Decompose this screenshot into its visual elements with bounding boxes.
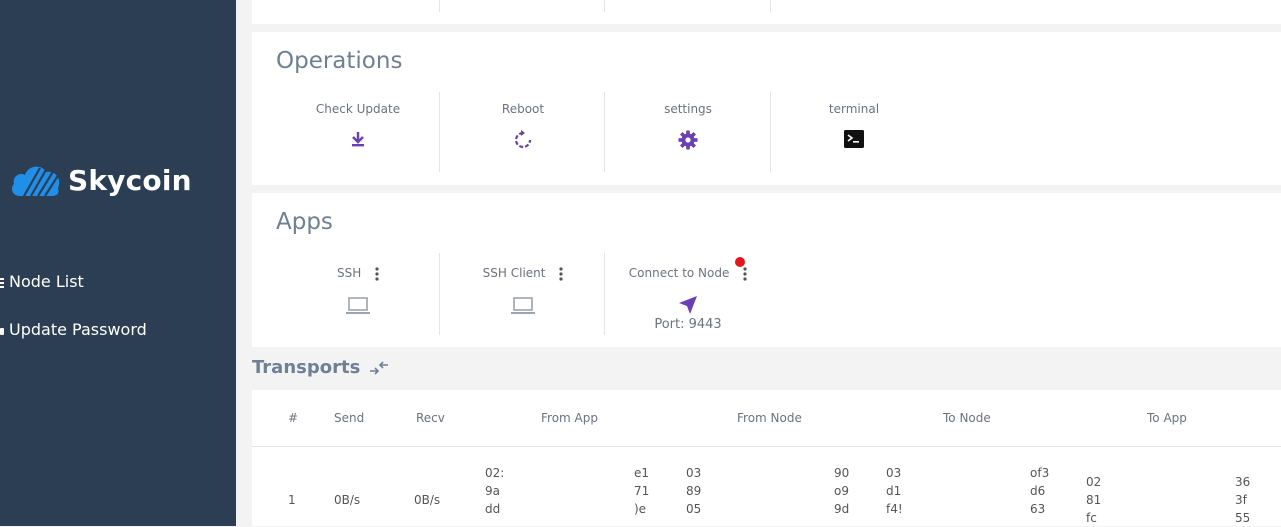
navigation-arrow-icon xyxy=(679,295,697,314)
col-send: Send xyxy=(334,411,365,425)
cell-to-node: 03 d1 f4! xyxy=(886,466,903,516)
col-from-node: From Node xyxy=(737,411,802,425)
cell-from-app-tail: e1 71)e xyxy=(634,466,650,516)
divider xyxy=(439,253,440,335)
col-to-app: To App xyxy=(1147,411,1187,425)
terminal-icon xyxy=(844,130,864,148)
gear-icon xyxy=(678,130,698,150)
laptop-icon xyxy=(346,296,370,314)
divider xyxy=(439,0,440,12)
sidebar-item-label: Update Password xyxy=(9,320,147,339)
col-index: # xyxy=(288,411,299,425)
divider xyxy=(439,92,440,172)
list-icon xyxy=(0,277,4,288)
more-vert-icon[interactable] xyxy=(559,266,563,281)
app-port: Port: 9443 xyxy=(654,316,722,332)
sidebar: Skycoin Node List Update Password xyxy=(0,0,236,526)
swap-arrows-icon xyxy=(370,360,389,375)
app-connect-to-node-label: Connect to Node xyxy=(628,266,730,280)
divider xyxy=(604,253,605,335)
settings-label: settings xyxy=(664,102,712,116)
col-recv: Recv xyxy=(416,411,445,425)
app-connect-to-node[interactable]: Connect to Node Port: 9443 xyxy=(608,266,768,332)
col-from-app: From App xyxy=(541,411,598,425)
reboot-icon xyxy=(514,130,532,149)
cell-from-node: 03 89 05 xyxy=(686,466,702,516)
brand-name: Skycoin xyxy=(68,163,192,197)
sidebar-item-node-list[interactable]: Node List xyxy=(0,272,84,291)
reboot-button[interactable]: Reboot xyxy=(443,102,603,150)
apps-title: Apps xyxy=(276,209,333,235)
check-update-button[interactable]: Check Update xyxy=(278,102,438,148)
download-icon xyxy=(352,132,364,147)
apps-card: Apps SSH SSH Client Connect to Node Port… xyxy=(252,193,1281,347)
skycoin-cloud-logo-icon xyxy=(12,166,60,197)
more-vert-icon[interactable] xyxy=(375,266,379,281)
status-card-partial xyxy=(252,0,1281,24)
status-dot xyxy=(735,257,745,267)
cell-from-app: 02: 9a dd xyxy=(485,466,505,516)
cell-to-app-tail: 36 3f 55 xyxy=(1235,475,1251,525)
lock-icon xyxy=(0,327,4,335)
check-update-label: Check Update xyxy=(315,102,401,116)
app-ssh-label: SSH xyxy=(336,266,362,280)
cell-from-node-tail: 90 o9 9d xyxy=(834,466,850,516)
reboot-label: Reboot xyxy=(501,102,545,116)
transports-table: # Send Recv From App From Node To Node T… xyxy=(252,390,1281,526)
app-ssh-client[interactable]: SSH Client xyxy=(443,266,603,315)
laptop-icon xyxy=(511,296,535,314)
settings-button[interactable]: settings xyxy=(608,102,768,150)
divider xyxy=(604,0,605,12)
sidebar-item-label: Node List xyxy=(9,272,84,291)
terminal-button[interactable]: terminal xyxy=(774,102,934,148)
transports-title: Transports xyxy=(252,357,390,378)
transports-title-text: Transports xyxy=(252,357,361,378)
cell-to-node-tail: of3 d6 63 xyxy=(1030,466,1050,516)
divider xyxy=(770,0,771,12)
operations-title: Operations xyxy=(276,48,403,74)
divider xyxy=(770,92,771,172)
app-ssh-client-label: SSH Client xyxy=(482,266,546,280)
terminal-label: terminal xyxy=(828,102,880,116)
more-vert-icon[interactable] xyxy=(743,266,747,281)
cell-index: 1 xyxy=(288,493,296,507)
brand[interactable]: Skycoin xyxy=(10,160,192,200)
cell-recv: 0B/s xyxy=(414,493,441,507)
cell-to-app: 02 81 fc xyxy=(1086,475,1102,525)
divider xyxy=(604,92,605,172)
operations-card: Operations Check Update Reboot settings xyxy=(252,32,1281,185)
col-to-node: To Node xyxy=(943,411,991,425)
sidebar-item-update-password[interactable]: Update Password xyxy=(0,320,147,339)
cell-send: 0B/s xyxy=(334,493,361,507)
divider xyxy=(252,446,1281,447)
app-ssh[interactable]: SSH xyxy=(278,266,438,315)
